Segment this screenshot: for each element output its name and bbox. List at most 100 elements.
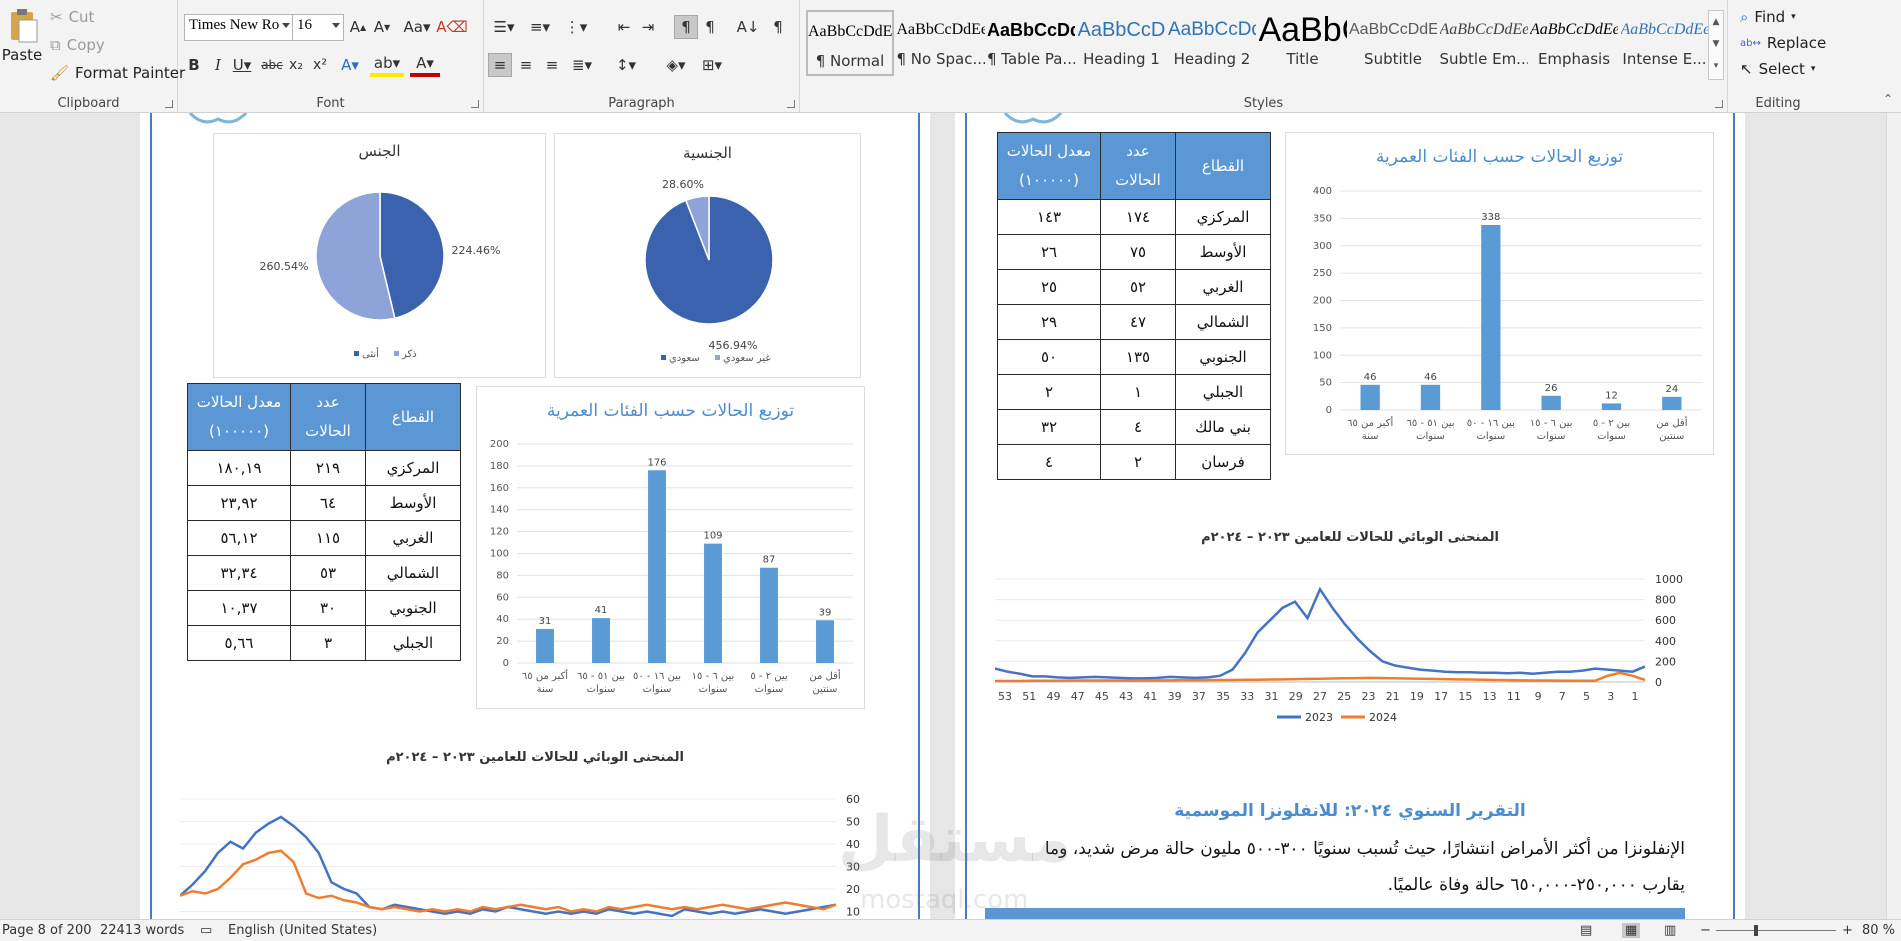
shading-icon[interactable]: ◈▾ <box>660 53 692 77</box>
collapse-ribbon-icon[interactable]: ⌃ <box>1883 92 1893 106</box>
cut-button[interactable]: ✂ Cut <box>50 8 94 26</box>
read-mode-icon[interactable]: ▤ <box>1580 923 1592 938</box>
page-count[interactable]: Page 8 of 200 <box>2 923 91 938</box>
style-5[interactable]: AaBbCcDdEe Heading 2 <box>1168 10 1256 76</box>
x-tick-label: 33 <box>1240 690 1254 703</box>
paste-button[interactable]: Paste <box>2 8 42 64</box>
format-painter-button[interactable]: 🖌 Format Painter <box>50 64 185 82</box>
table-cell: الشمالي <box>1175 304 1271 340</box>
select-button[interactable]: ↖ Select ▾ <box>1740 60 1815 78</box>
table-cell: الأوسط <box>365 485 461 521</box>
page-right: توزيع الحالات حسب الفئات العمرية 0 50 100 1… <box>955 113 1745 919</box>
x-tick-label: 47 <box>1071 690 1085 703</box>
clear-format-icon[interactable]: A⌫ <box>436 15 467 39</box>
strikethrough-icon[interactable]: abc <box>260 53 284 77</box>
vertical-scrollbar[interactable] <box>1886 113 1901 919</box>
page-left: الجنس 224.46% 260.54% أنثى ذكر الجنسية 456.… <box>140 113 930 919</box>
font-name-input[interactable]: Times New Ro <box>184 14 294 41</box>
decrease-indent-icon[interactable]: ⇤ <box>612 15 636 39</box>
align-left-icon[interactable]: ≡ <box>488 53 512 77</box>
justify-icon[interactable]: ≣▾ <box>566 53 598 77</box>
style-2[interactable]: AaBbCcDdEe ¶ No Spac... <box>897 10 985 76</box>
shrink-font-icon[interactable]: A ▼ <box>370 15 394 39</box>
replace-button[interactable]: ab↔ Replace <box>1740 34 1826 52</box>
word-count[interactable]: 22413 words <box>100 923 184 938</box>
font-launcher[interactable] <box>471 100 479 108</box>
text-effects-icon[interactable]: A▾ <box>338 53 362 77</box>
style-preview: AaBbCcDdEe <box>987 20 1075 40</box>
font-size-input[interactable]: 16 <box>292 14 344 41</box>
style-8[interactable]: AaBbCcDdEe Subtle Em... <box>1440 10 1528 76</box>
x-tick-label: 41 <box>1143 690 1157 703</box>
superscript-icon[interactable]: x² <box>308 53 332 77</box>
replace-label: Replace <box>1766 34 1827 52</box>
table-cell: ٢ <box>997 374 1101 410</box>
proofing-icon[interactable]: ▭ <box>200 923 212 938</box>
web-layout-icon[interactable]: ▥ <box>1664 923 1676 938</box>
font-color-icon[interactable]: A▾ <box>410 53 440 77</box>
increase-indent-icon[interactable]: ⇥ <box>636 15 660 39</box>
zoom-in-icon[interactable]: + <box>1842 923 1853 938</box>
style-4[interactable]: AaBbCcDdEe Heading 1 <box>1078 10 1166 76</box>
style-name: ¶ Normal <box>815 52 885 70</box>
show-marks-icon[interactable]: ¶ <box>766 15 790 39</box>
numbering-icon[interactable]: ≡▾ <box>524 15 556 39</box>
style-6[interactable]: AaBbCcDdEeTitle <box>1259 10 1347 76</box>
language-indicator[interactable]: English (United States) <box>228 923 377 938</box>
line-spacing-icon[interactable]: ↕▾ <box>610 53 642 77</box>
cursor-icon: ↖ <box>1740 60 1753 78</box>
pie-data-label: 28.60% <box>662 178 704 191</box>
style-9[interactable]: AaBbCcDdEe Emphasis <box>1530 10 1618 76</box>
align-right-icon[interactable]: ≡ <box>540 53 564 77</box>
style-name: ¶ No Spac... <box>896 50 985 68</box>
bar <box>536 629 554 663</box>
bar <box>760 567 778 663</box>
y-tick-label: 20 <box>496 636 509 647</box>
epi-title-right: المنحنى الوبائي للحالات للعامين ٢٠٢٣ – ٢… <box>1201 530 1499 545</box>
table-cell: ١٧٤ <box>1100 199 1176 235</box>
zoom-slider-thumb[interactable] <box>1753 925 1758 936</box>
style-3[interactable]: AaBbCcDdEe ¶ Table Pa... <box>987 10 1075 76</box>
borders-icon[interactable]: ⊞▾ <box>696 53 728 77</box>
change-case-icon[interactable]: Aa▾ <box>400 15 434 39</box>
table-cell: ٢٥ <box>997 269 1101 305</box>
table-row: المركزي ٢١٩ ١٨٠,١٩ <box>187 450 461 486</box>
x-tick-label: سنوات <box>755 684 784 695</box>
style-name: Heading 2 <box>1173 50 1251 68</box>
highlight-icon[interactable]: ab▾ <box>370 53 404 77</box>
find-button[interactable]: ⌕ Find ▾ <box>1740 8 1796 26</box>
table-cell: الشمالي <box>365 555 461 591</box>
bar <box>1662 396 1682 410</box>
multilevel-list-icon[interactable]: ⋮▾ <box>560 15 592 39</box>
print-layout-icon[interactable]: ▦ <box>1622 923 1641 938</box>
rtl-icon[interactable]: ¶ <box>698 15 722 39</box>
styles-scroll[interactable]: ▲ ▼ ▾ <box>1708 10 1724 80</box>
subscript-icon[interactable]: x₂ <box>284 53 308 77</box>
grow-font-icon[interactable]: A ▲ <box>346 15 370 39</box>
zoom-out-icon[interactable]: − <box>1700 923 1711 938</box>
x-tick-label: 5 <box>1583 690 1590 703</box>
styles-launcher[interactable] <box>1715 100 1723 108</box>
bullets-icon[interactable]: ☰▾ <box>488 15 520 39</box>
style-7[interactable]: AaBbCcDdEe Subtitle <box>1349 10 1437 76</box>
zoom-level[interactable]: 80 % <box>1862 923 1895 938</box>
x-tick-label: 39 <box>1168 690 1182 703</box>
table-cell: ٣ <box>290 625 366 661</box>
paragraph-launcher[interactable] <box>787 100 795 108</box>
underline-icon[interactable]: U▾ <box>230 53 254 77</box>
italic-icon[interactable]: I <box>206 53 230 77</box>
ltr-icon[interactable]: ¶ <box>674 15 698 39</box>
sort-icon[interactable]: A↓ <box>736 15 760 39</box>
align-center-icon[interactable]: ≡ <box>514 53 538 77</box>
zoom-slider[interactable] <box>1716 930 1836 931</box>
style-1[interactable]: AaBbCcDdEe ¶ Normal <box>806 10 894 76</box>
age-bar-chart-right: 0 50 100 150 200 250 300 350 400 24 أقل من سنتين 12 ب… <box>1313 186 1702 442</box>
legend-label: غير سعودي <box>723 353 771 364</box>
copy-button[interactable]: ⧉ Copy <box>50 36 105 54</box>
table-row: بني مالك ٤ ٣٢ <box>997 409 1271 445</box>
y-tick-label: 800 <box>1655 594 1676 607</box>
bold-icon[interactable]: B <box>182 53 206 77</box>
clipboard-launcher[interactable] <box>165 100 173 108</box>
style-10[interactable]: AaBbCcDdEe Intense E... <box>1621 10 1709 76</box>
page-border-right-r <box>1733 113 1735 919</box>
